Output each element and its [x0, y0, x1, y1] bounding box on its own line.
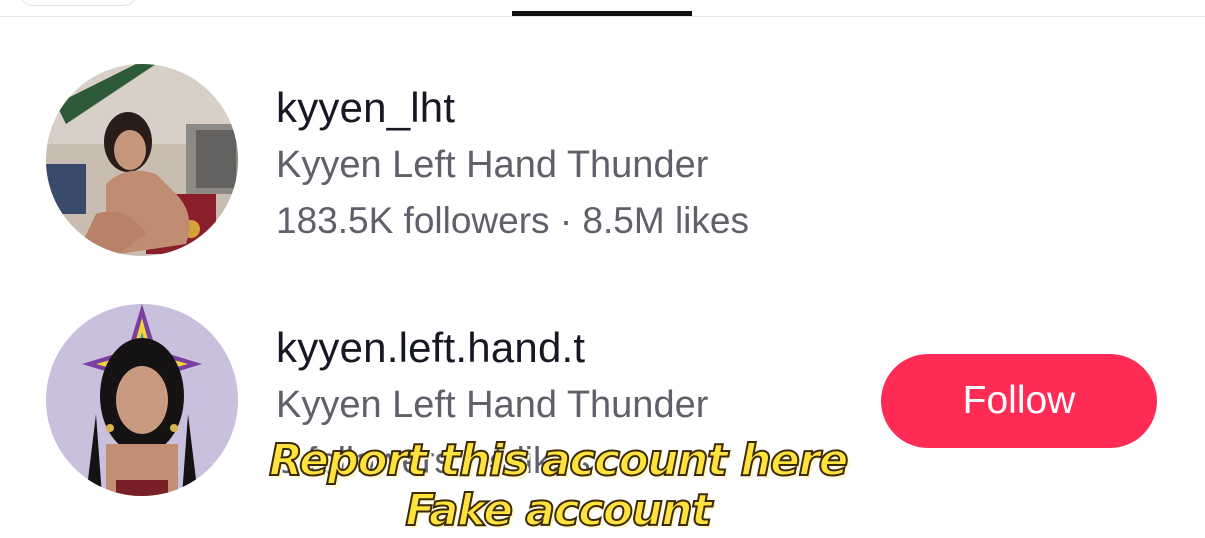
follow-button[interactable]: Follow [881, 354, 1157, 448]
account-result-row[interactable]: kyyen_lht Kyyen Left Hand Thunder 183.5K… [0, 64, 1205, 258]
display-name: Kyyen Left Hand Thunder [276, 384, 709, 426]
tab-divider [0, 16, 1205, 17]
username[interactable]: kyyen.left.hand.t [276, 324, 585, 372]
overlay-caption: Report this account here Fake account [0, 435, 1116, 537]
username[interactable]: kyyen_lht [276, 84, 455, 132]
search-bar-remnant[interactable] [18, 0, 138, 6]
display-name: Kyyen Left Hand Thunder [276, 144, 709, 186]
avatar[interactable] [46, 64, 238, 256]
caption-line-fake: Fake account [404, 485, 713, 537]
active-tab-indicator [512, 11, 692, 16]
caption-line-report: Report this account here [268, 435, 850, 487]
account-stats: 183.5K followers · 8.5M likes [276, 200, 749, 241]
search-results-page: kyyen_lht Kyyen Left Hand Thunder 183.5K… [0, 0, 1205, 538]
avatar-photo-icon [46, 64, 238, 256]
